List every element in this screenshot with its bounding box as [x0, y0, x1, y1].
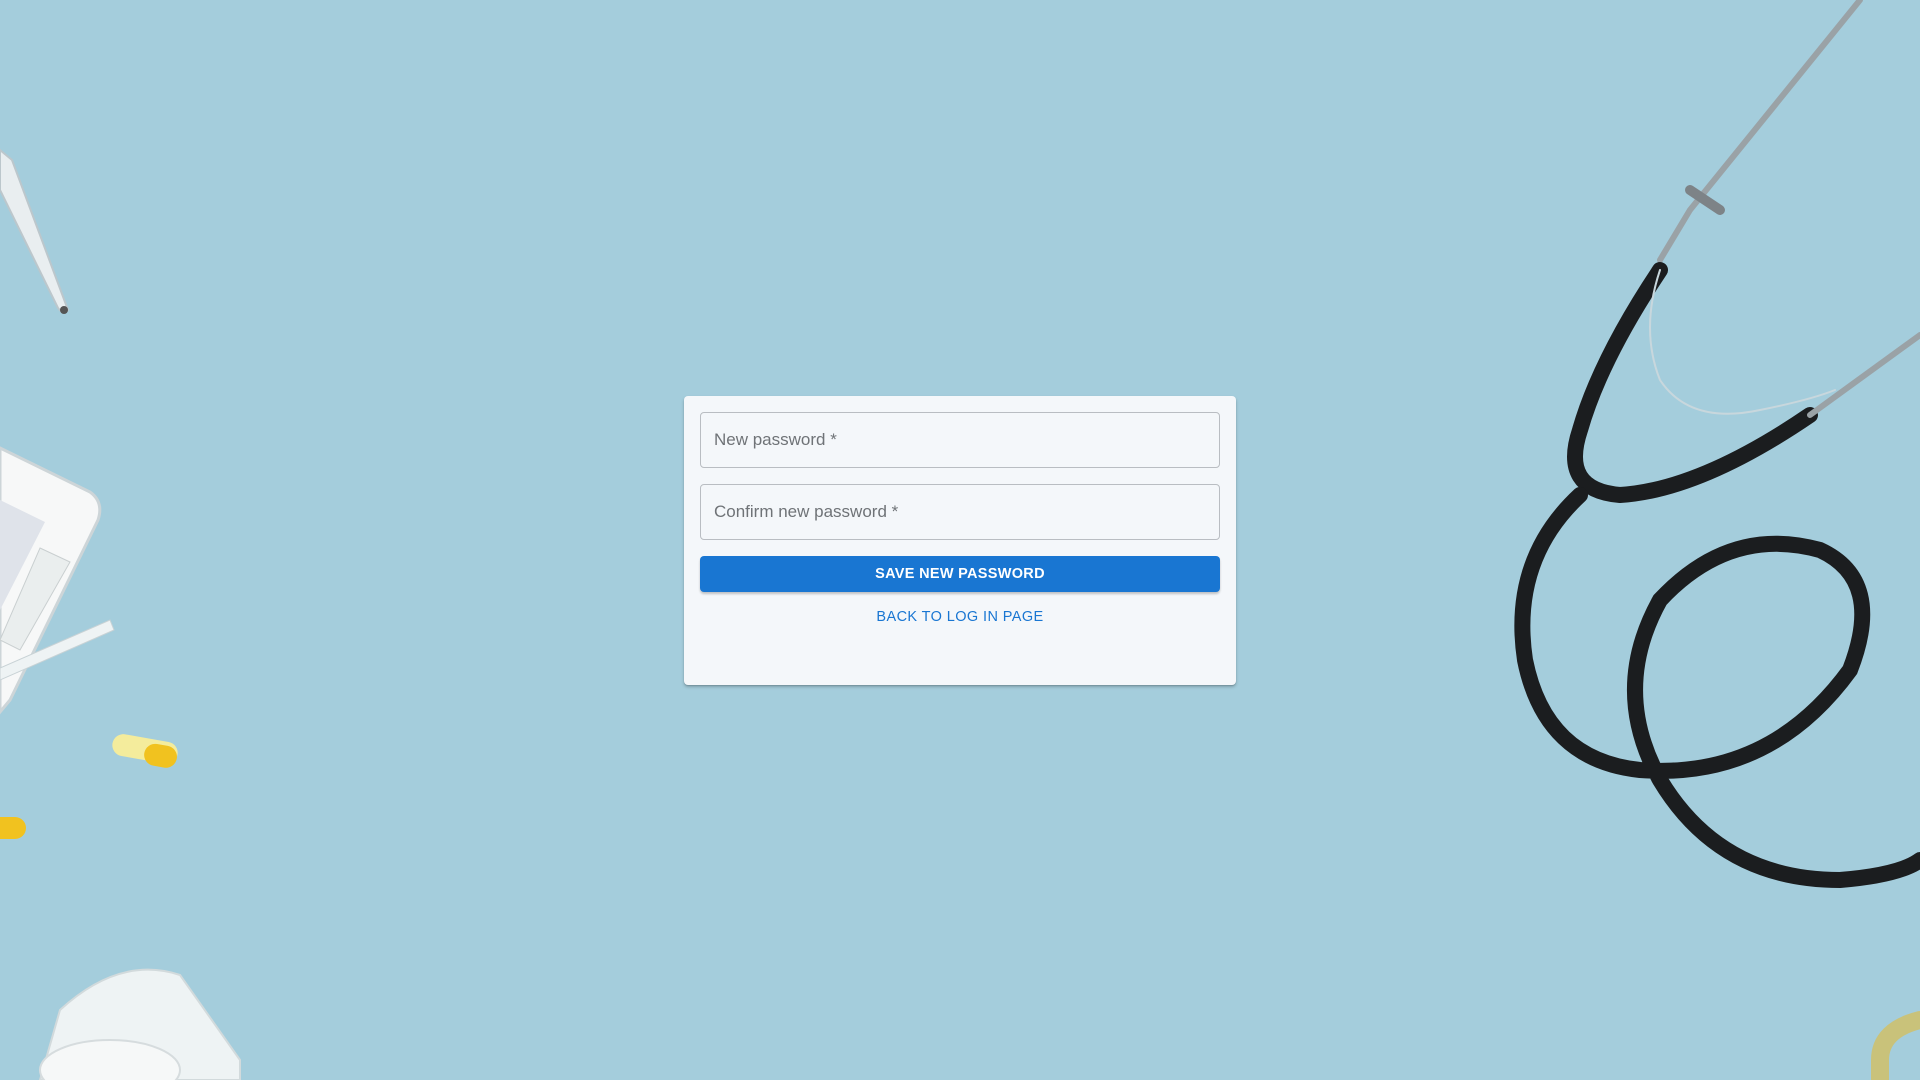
tablet-device-icon	[0, 446, 115, 715]
confirm-password-field	[700, 484, 1220, 540]
back-to-login-link[interactable]: BACK TO LOG IN PAGE	[700, 609, 1220, 625]
pill-bottle-icon	[38, 968, 241, 1080]
thermometer-icon	[0, 148, 70, 314]
save-new-password-button[interactable]: SAVE NEW PASSWORD	[700, 556, 1220, 592]
new-password-field	[700, 412, 1220, 468]
new-password-input[interactable]	[701, 413, 1219, 467]
confirm-password-input[interactable]	[701, 485, 1219, 539]
capsule-icon	[112, 734, 178, 768]
stethoscope-icon	[1514, 0, 1920, 1080]
reset-password-card: SAVE NEW PASSWORD BACK TO LOG IN PAGE	[684, 396, 1236, 685]
capsule-icon	[0, 817, 26, 839]
